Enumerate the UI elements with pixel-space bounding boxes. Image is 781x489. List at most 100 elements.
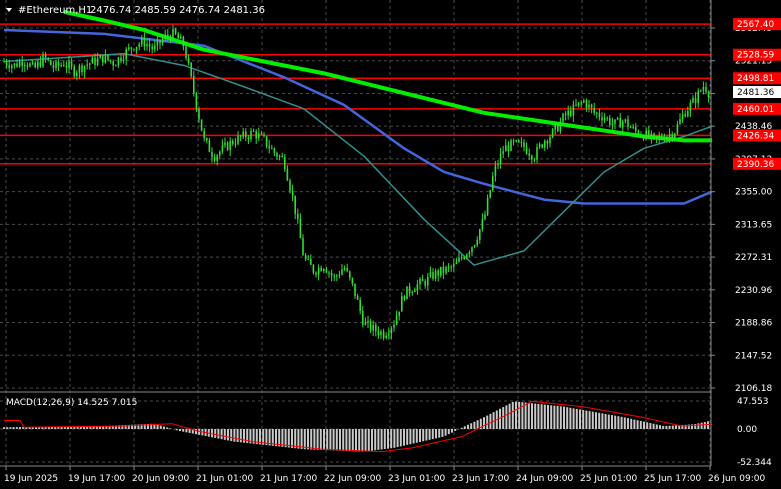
candle-body: [206, 138, 208, 141]
candle-body: [185, 46, 187, 59]
candle-body: [609, 117, 611, 125]
candle-body: [338, 274, 341, 276]
candle-body: [645, 130, 647, 140]
candle-body: [336, 275, 338, 277]
candle-body: [60, 64, 62, 66]
candle-body: [564, 113, 567, 116]
time-tick-label: 25 Jun 17:00: [644, 474, 701, 484]
candle-body: [37, 61, 39, 68]
candle-body: [624, 119, 627, 122]
candle-body: [115, 65, 117, 67]
candle-body: [648, 130, 650, 138]
candle-body: [697, 90, 699, 103]
time-tick-label: 22 Jun 09:00: [324, 474, 381, 484]
candle-body: [385, 335, 387, 339]
candle-body: [26, 64, 29, 67]
candle-body: [276, 152, 278, 157]
candle-body: [112, 61, 114, 66]
candle-body: [531, 155, 533, 160]
candle-body: [351, 277, 354, 284]
candle-body: [154, 45, 156, 50]
candle-body: [679, 119, 681, 125]
candle-body: [245, 131, 247, 138]
candle-body: [442, 266, 445, 273]
candle-body: [107, 54, 109, 60]
macd-tick-label: 0.00: [737, 425, 757, 435]
candle-body: [55, 61, 57, 69]
candle-body: [122, 59, 125, 61]
candle-body: [39, 61, 42, 67]
candle-body: [94, 57, 96, 65]
candle-body: [559, 121, 562, 132]
candle-body: [627, 119, 629, 128]
candle-body: [333, 275, 335, 277]
candle-body: [190, 63, 192, 77]
time-tick-label: 21 Jun 17:00: [260, 474, 317, 484]
candle-body: [390, 327, 393, 334]
candle-body: [252, 131, 255, 133]
candle-body: [265, 136, 268, 147]
candle-body: [684, 114, 686, 117]
macd-label: MACD(12,26,9) 14.525 7.015: [6, 398, 137, 408]
price-tick-label: 2230.96: [735, 286, 772, 296]
candle-body: [57, 61, 60, 66]
candle-body: [76, 72, 78, 77]
candle-body: [258, 133, 260, 139]
candle-body: [707, 92, 710, 98]
candle-body: [320, 267, 322, 272]
candle-body: [44, 54, 47, 59]
price-tick-label: 2106.18: [735, 384, 772, 394]
candle-body: [143, 38, 146, 47]
candle-body: [86, 64, 88, 66]
candle-body: [16, 63, 18, 67]
candle-body: [102, 55, 104, 63]
candle-body: [208, 140, 211, 152]
candle-body: [8, 65, 10, 69]
candle-body: [372, 324, 374, 331]
time-tick-label: 19 Jun 17:00: [68, 474, 125, 484]
candle-body: [676, 124, 679, 134]
candle-body: [518, 140, 520, 143]
time-tick-label: 20 Jun 09:00: [132, 474, 189, 484]
candle-body: [401, 296, 403, 312]
candle-body: [299, 219, 302, 239]
candle-body: [135, 46, 138, 51]
candle-body: [21, 61, 23, 66]
candle-body: [492, 176, 494, 191]
candle-body: [585, 100, 588, 108]
time-tick-label: 25 Jun 01:00: [580, 474, 637, 484]
candle-body: [450, 266, 452, 268]
candle-body: [91, 57, 94, 64]
candle-body: [603, 118, 606, 121]
candle-body: [83, 65, 86, 73]
candle-body: [356, 296, 359, 300]
candle-body: [427, 276, 429, 286]
price-chart[interactable]: 47.5530.00-52.344 2562.492521.152479.812…: [0, 0, 781, 489]
chart-header[interactable]: #Ethereum,H1 2476.74 2485.59 2476.74 248…: [6, 5, 265, 16]
candle-body: [533, 159, 536, 161]
candle-body: [671, 134, 673, 139]
candle-body: [593, 107, 595, 113]
candle-body: [445, 266, 447, 273]
candle-body: [455, 261, 458, 264]
candle-body: [232, 140, 234, 144]
candle-body: [377, 331, 380, 336]
price-tick-label: 2147.52: [735, 351, 772, 361]
candle-body: [125, 49, 127, 60]
candle-body: [520, 142, 523, 144]
candle-body: [577, 102, 580, 106]
candle-body: [354, 283, 356, 297]
candle-body: [557, 125, 559, 132]
candle-body: [515, 140, 517, 142]
candle-body: [24, 64, 26, 66]
candle-body: [541, 144, 543, 148]
candle-body: [161, 38, 164, 44]
candle-body: [424, 281, 426, 286]
candle-body: [510, 140, 512, 152]
candle-body: [52, 65, 55, 69]
candle-body: [611, 123, 614, 125]
candle-body: [104, 54, 107, 63]
candle-body: [616, 117, 619, 120]
candle-body: [642, 135, 645, 140]
candle-body: [367, 320, 369, 323]
